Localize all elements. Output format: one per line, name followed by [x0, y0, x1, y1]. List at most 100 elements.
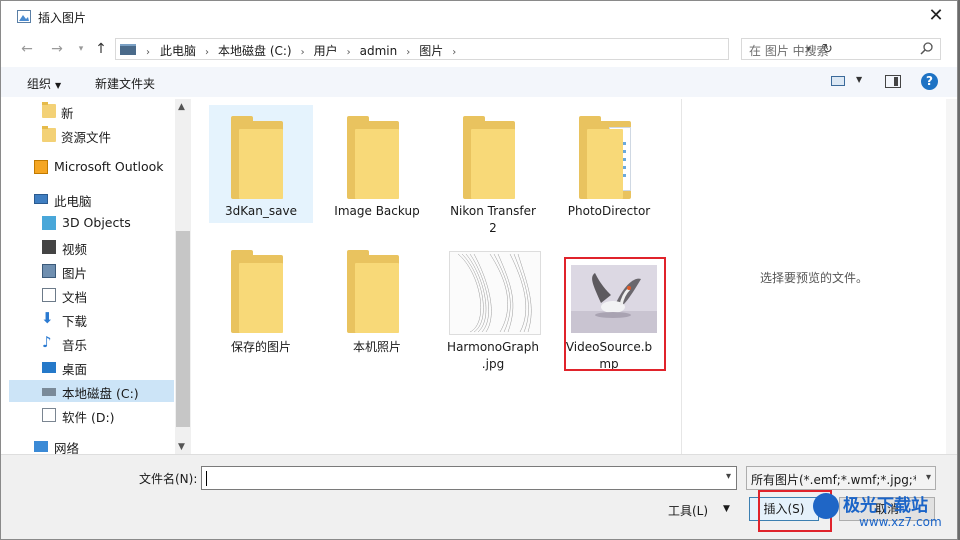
- sidebar-item-desktop[interactable]: 桌面: [9, 356, 174, 378]
- sidebar-item-resources[interactable]: 资源文件: [9, 124, 174, 146]
- sidebar-item-label: 下载: [62, 314, 88, 329]
- sidebar-item-label: 软件 (D:): [62, 410, 115, 425]
- file-name: 2: [489, 221, 497, 235]
- sidebar-item-label: 新: [61, 106, 74, 121]
- help-icon[interactable]: ?: [921, 73, 938, 90]
- sidebar-item-label: 本地磁盘 (C:): [62, 386, 139, 401]
- file-item-3dkan-save[interactable]: 3dKan_save: [209, 105, 313, 223]
- sidebar-item-outlook[interactable]: Microsoft Outlook: [9, 156, 174, 178]
- highlight-box-videosource: [564, 257, 666, 371]
- folder-icon: [231, 116, 283, 199]
- computer-icon: [120, 44, 136, 55]
- recent-locations-chevron-icon[interactable]: ▾: [71, 39, 91, 59]
- folder-icon: [42, 102, 56, 118]
- sidebar-item-documents[interactable]: 文档: [9, 284, 174, 306]
- drive-icon: [42, 408, 56, 422]
- sidebar-item-pictures[interactable]: 图片: [9, 260, 174, 282]
- file-item-local-photos[interactable]: 本机照片: [325, 249, 429, 367]
- up-button[interactable]: ↑: [91, 39, 111, 59]
- folder-icon: [347, 250, 399, 333]
- harmonograph-thumbnail: [449, 251, 541, 335]
- music-icon: ♪: [42, 333, 52, 351]
- chevron-down-icon[interactable]: ▾: [726, 471, 731, 482]
- sidebar-item-label: 视频: [62, 242, 88, 257]
- breadcrumb-item[interactable]: admin: [360, 44, 398, 58]
- change-view-icon[interactable]: [831, 76, 845, 86]
- download-icon: ⬇: [41, 309, 54, 327]
- search-placeholder: 在 图片 中搜索: [749, 44, 829, 58]
- address-bar[interactable]: › 此电脑 › 本地磁盘 (C:) › 用户 › admin › 图片 › ▾ ↻: [115, 38, 833, 60]
- breadcrumb: › 此电脑 › 本地磁盘 (C:) › 用户 › admin › 图片 ›: [140, 42, 465, 59]
- back-button[interactable]: ←: [17, 39, 37, 59]
- scroll-up-icon[interactable]: ▲: [178, 102, 185, 112]
- text-caret: [206, 471, 207, 486]
- sidebar-item-network[interactable]: 网络: [9, 435, 174, 454]
- sidebar-scrollbar[interactable]: ▲ ▼: [175, 99, 191, 454]
- desktop-icon: [42, 362, 56, 373]
- navigation-bar: ← → ▾ ↑ › 此电脑 › 本地磁盘 (C:) › 用户 › admin › 图片 › ▾ ↻ …: [1, 35, 957, 63]
- preview-pane-icon[interactable]: [885, 75, 901, 88]
- breadcrumb-item[interactable]: 本地磁盘 (C:): [218, 42, 292, 59]
- new-folder-button[interactable]: 新建文件夹: [95, 75, 155, 92]
- sidebar-item-this-pc[interactable]: 此电脑: [9, 188, 174, 210]
- forward-button[interactable]: →: [47, 39, 67, 59]
- breadcrumb-separator[interactable]: ›: [301, 47, 305, 58]
- close-button[interactable]: ✕: [921, 3, 951, 29]
- sidebar-item-label: Microsoft Outlook: [54, 159, 164, 174]
- sidebar-item-label: 资源文件: [61, 130, 112, 145]
- file-item-photodirector[interactable]: PhotoDirector: [557, 105, 661, 223]
- sidebar-item-label: 图片: [62, 266, 88, 281]
- file-name: Nikon Transfer: [450, 204, 536, 218]
- disk-icon: [42, 388, 56, 396]
- sidebar-item-new[interactable]: 新: [9, 100, 174, 122]
- sidebar-item-label: 网络: [54, 441, 80, 454]
- file-name: Image Backup: [334, 204, 420, 218]
- breadcrumb-separator[interactable]: ›: [146, 47, 150, 58]
- sidebar-item-local-disk-c[interactable]: 本地磁盘 (C:): [9, 380, 174, 402]
- breadcrumb-item[interactable]: 用户: [314, 42, 338, 59]
- watermark-logo-icon: [813, 493, 839, 519]
- file-type-value: 所有图片(*.emf;*.wmf;*.jpg;*.jp: [751, 473, 916, 487]
- folder-icon: [231, 250, 283, 333]
- chevron-down-icon: ▾: [925, 472, 931, 483]
- command-bar: 组织 ▼ 新建文件夹 ▼ ?: [1, 67, 957, 97]
- file-name: 保存的图片: [230, 340, 291, 354]
- file-item-image-backup[interactable]: Image Backup: [325, 105, 429, 223]
- filename-label: 文件名(N):: [139, 472, 198, 486]
- title-bar: 插入图片 ✕: [1, 1, 957, 33]
- search-input[interactable]: 在 图片 中搜索: [741, 38, 941, 60]
- breadcrumb-item[interactable]: 图片: [419, 42, 443, 59]
- sidebar-item-videos[interactable]: 视频: [9, 236, 174, 258]
- breadcrumb-separator[interactable]: ›: [406, 47, 410, 58]
- sidebar-item-music[interactable]: ♪ 音乐: [9, 332, 174, 354]
- tools-button[interactable]: 工具(L): [668, 502, 708, 519]
- picture-app-icon: [17, 10, 31, 23]
- sidebar-item-label: 桌面: [62, 362, 88, 377]
- folder-icon: [347, 116, 399, 199]
- view-options-chevron-icon[interactable]: ▼: [856, 75, 862, 84]
- file-item-nikon-transfer-2[interactable]: Nikon Transfer 2: [441, 105, 545, 245]
- tools-chevron-down-icon[interactable]: ▼: [723, 504, 730, 514]
- pictures-icon: [42, 264, 56, 278]
- file-item-saved-pictures[interactable]: 保存的图片: [209, 249, 313, 367]
- file-name: 本机照片: [352, 340, 401, 354]
- scroll-down-icon[interactable]: ▼: [178, 442, 185, 452]
- breadcrumb-separator[interactable]: ›: [205, 47, 209, 58]
- file-item-harmonograph[interactable]: HarmonoGraph .jpg: [441, 249, 545, 379]
- organize-button[interactable]: 组织 ▼: [27, 75, 61, 92]
- sidebar-item-3d-objects[interactable]: 3D Objects: [9, 212, 174, 234]
- breadcrumb-separator[interactable]: ›: [347, 47, 351, 58]
- sidebar-item-software-d[interactable]: 软件 (D:): [9, 404, 174, 426]
- sidebar-item-label: 此电脑: [54, 194, 92, 209]
- file-name: 3dKan_save: [225, 204, 297, 218]
- folder-icon: [579, 116, 631, 199]
- breadcrumb-item[interactable]: 此电脑: [160, 42, 196, 59]
- search-icon: [920, 41, 934, 59]
- folder-icon: [463, 116, 515, 199]
- sidebar-item-label: 3D Objects: [62, 215, 131, 230]
- sidebar-item-downloads[interactable]: ⬇ 下载: [9, 308, 174, 330]
- filename-input[interactable]: ▾: [201, 466, 737, 490]
- navigation-pane: 新 资源文件 Microsoft Outlook 此电脑 3D Objects …: [9, 99, 191, 454]
- scrollbar-thumb[interactable]: [176, 231, 190, 427]
- breadcrumb-separator[interactable]: ›: [452, 47, 456, 58]
